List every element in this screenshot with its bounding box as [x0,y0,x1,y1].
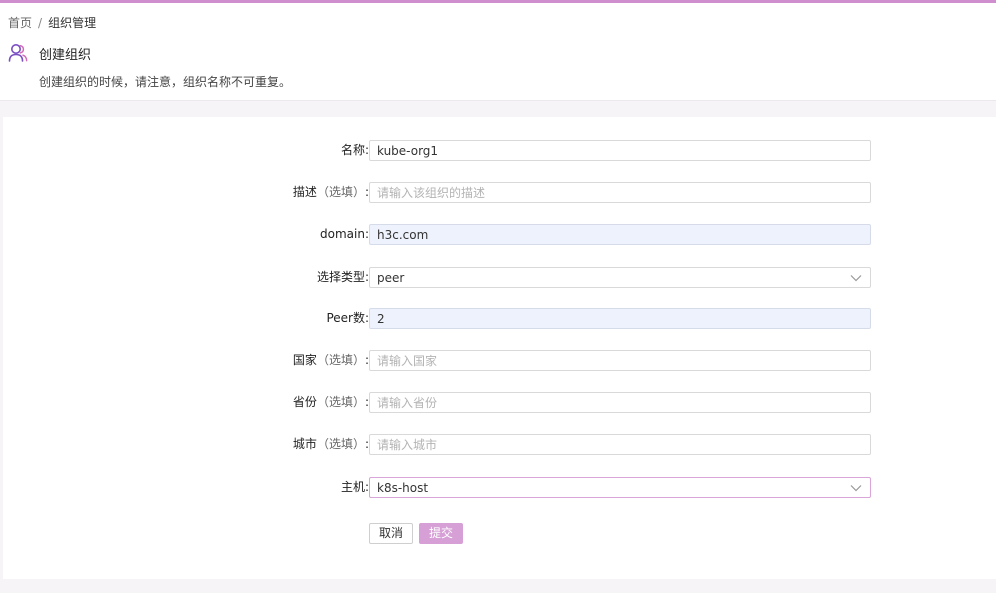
host-select-value: k8s-host [377,480,429,495]
form-row-name: 名称: [3,140,996,161]
city-label: 城市（选填）: [292,437,369,451]
form-row-country: 国家（选填）: [3,350,996,371]
form-row-province: 省份（选填）: [3,392,996,413]
title-row: 创建组织 [8,43,91,63]
cancel-button[interactable]: 取消 [369,523,414,544]
form-row-city: 城市（选填）: [3,434,996,455]
form-panel: 名称: 描述（选填）: domain: 选择类型: peer Peer数: 国家… [3,117,996,579]
page-header: 首页 / 组织管理 创建组织 创建组织的时候，请注意，组织名称不可重复。 [0,3,996,101]
breadcrumb: 首页 / 组织管理 [8,14,96,31]
name-label: 名称: [340,143,369,157]
breadcrumb-home[interactable]: 首页 [8,16,32,30]
host-label: 主机: [340,480,369,494]
domain-label: domain: [320,227,369,241]
host-select[interactable]: k8s-host [369,477,871,498]
country-input[interactable] [369,350,871,371]
country-label: 国家（选填）: [292,353,369,367]
form-row-type: 选择类型: peer [3,267,996,288]
chevron-down-icon [850,274,862,281]
name-input[interactable] [369,140,871,161]
peer-count-input[interactable] [369,308,871,329]
page-description: 创建组织的时候，请注意，组织名称不可重复。 [39,75,292,89]
city-input[interactable] [369,434,871,455]
form-actions: 取消 提交 [369,523,464,544]
chevron-down-icon [850,484,862,491]
submit-button[interactable]: 提交 [419,523,464,544]
user-group-icon [8,43,28,63]
type-label: 选择类型: [316,270,369,284]
domain-input[interactable] [369,224,871,245]
description-input[interactable] [369,182,871,203]
form-row-host: 主机: k8s-host [3,477,996,498]
peer-count-label: Peer数: [326,311,369,325]
description-label: 描述（选填）: [292,185,369,199]
type-select[interactable]: peer [369,267,871,288]
form-row-description: 描述（选填）: [3,182,996,203]
province-input[interactable] [369,392,871,413]
page-title: 创建组织 [39,47,92,63]
province-label: 省份（选填）: [292,395,369,409]
form-row-peer-count: Peer数: [3,308,996,329]
type-select-value: peer [377,270,405,285]
breadcrumb-separator: / [38,16,43,30]
form-row-domain: domain: [3,224,996,245]
breadcrumb-current: 组织管理 [48,16,97,30]
